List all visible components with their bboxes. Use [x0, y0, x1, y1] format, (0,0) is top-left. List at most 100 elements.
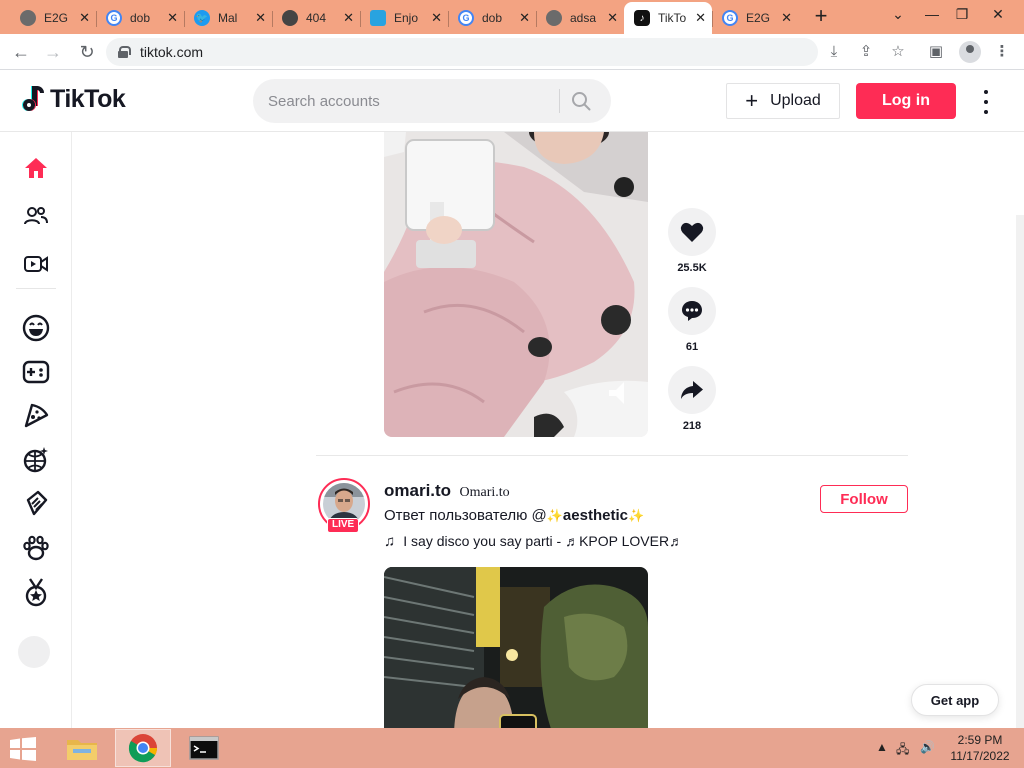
- sparkle-icon: ✨: [627, 508, 645, 523]
- browser-tab[interactable]: 404 ✕: [272, 4, 360, 32]
- chevron-down-icon[interactable]: ⌄: [888, 6, 908, 23]
- close-icon[interactable]: ✕: [343, 10, 354, 26]
- browser-tab[interactable]: G dob ✕: [96, 4, 184, 32]
- close-icon[interactable]: ✕: [607, 10, 618, 26]
- sidebar-placeholder-avatar[interactable]: [18, 636, 50, 668]
- close-icon[interactable]: ✕: [695, 10, 706, 26]
- author-nickname: Omari.to: [459, 485, 510, 500]
- close-window-icon[interactable]: ✕: [988, 6, 1008, 23]
- side-panel-icon[interactable]: ▣: [926, 42, 946, 62]
- browser-tab[interactable]: adsa ✕: [536, 4, 624, 32]
- tab-title: adsa: [570, 11, 597, 25]
- system-clock[interactable]: 2:59 PM 11/17/2022: [944, 732, 1016, 764]
- forward-icon[interactable]: →: [42, 41, 64, 63]
- site-header: TikTok + Upload Log in: [0, 70, 1024, 132]
- browser-tab[interactable]: 🐦 Mal ✕: [184, 4, 272, 32]
- tiktok-logo-icon: [20, 84, 46, 114]
- tray-chevron-up-icon[interactable]: ▲: [876, 740, 888, 754]
- post-caption: Ответ пользователю @✨aesthetic✨: [384, 507, 644, 524]
- tab-title: Mal: [218, 11, 238, 25]
- search-input[interactable]: [268, 92, 548, 110]
- browser-toolbar: ← → ↻ tiktok.com ⤓ ⇪ ☆ ▣ ⋮: [0, 34, 1024, 70]
- upload-button[interactable]: + Upload: [726, 83, 840, 119]
- page-scrollbar[interactable]: [1016, 215, 1024, 728]
- close-icon[interactable]: ✕: [167, 10, 178, 26]
- back-icon[interactable]: ←: [10, 41, 32, 63]
- tab-title: dob: [482, 11, 503, 25]
- close-icon[interactable]: ✕: [519, 10, 530, 26]
- video-player[interactable]: [384, 567, 648, 728]
- comment-icon[interactable]: [668, 287, 716, 335]
- new-tab-button[interactable]: +: [810, 5, 832, 28]
- food-icon[interactable]: [20, 400, 52, 432]
- terminal-icon[interactable]: [176, 729, 232, 767]
- browser-tab-active[interactable]: ♪ TikTo ✕: [624, 2, 712, 34]
- video-thumbnail: [384, 132, 648, 437]
- globe-icon: [546, 10, 562, 26]
- beauty-icon[interactable]: [20, 488, 52, 520]
- tiktok-logo[interactable]: TikTok: [20, 84, 126, 114]
- browser-tab[interactable]: G E2G ✕: [712, 4, 798, 32]
- twitter-icon: 🐦: [194, 10, 210, 26]
- reload-icon[interactable]: ↻: [76, 41, 98, 63]
- minimize-icon[interactable]: —: [922, 6, 942, 22]
- login-button[interactable]: Log in: [856, 83, 956, 119]
- live-badge: LIVE: [327, 518, 360, 533]
- author-info[interactable]: omari.to Omari.to: [384, 481, 510, 501]
- profile-avatar-icon[interactable]: [959, 41, 981, 63]
- install-icon[interactable]: ⤓: [824, 42, 844, 62]
- follow-button[interactable]: Follow: [820, 485, 908, 513]
- sports-icon[interactable]: [20, 576, 52, 608]
- comment-count: 61: [685, 341, 699, 353]
- share-icon[interactable]: ⇪: [856, 42, 876, 62]
- browser-tab[interactable]: Enjo ✕: [360, 4, 448, 32]
- tab-title: dob: [130, 11, 151, 25]
- comedy-icon[interactable]: [20, 312, 52, 344]
- more-options-icon[interactable]: [976, 90, 996, 114]
- following-icon[interactable]: [20, 200, 52, 232]
- close-icon[interactable]: ✕: [79, 10, 90, 26]
- search-icon[interactable]: [571, 91, 591, 111]
- search-bar: [253, 79, 611, 123]
- file-explorer-icon[interactable]: [54, 729, 110, 767]
- video-player[interactable]: [384, 132, 648, 437]
- windows-start-icon[interactable]: [8, 737, 38, 761]
- sidebar: [0, 132, 72, 728]
- restore-icon[interactable]: ❐: [952, 6, 972, 23]
- tab-title: 404: [306, 11, 327, 25]
- like-count: 25.5K: [677, 262, 707, 274]
- volume-icon[interactable]: 🔊: [920, 740, 935, 754]
- github-icon: [282, 10, 298, 26]
- network-icon[interactable]: 🖧: [896, 740, 909, 761]
- author-handle[interactable]: omari.to: [384, 481, 451, 500]
- tab-title: Enjo: [394, 11, 419, 25]
- google-icon: G: [458, 10, 474, 26]
- dance-icon[interactable]: [20, 444, 52, 476]
- animals-icon[interactable]: [20, 532, 52, 564]
- heart-icon[interactable]: [668, 208, 716, 256]
- bookmark-star-icon[interactable]: ☆: [888, 42, 908, 62]
- browser-tab[interactable]: G dob ✕: [448, 4, 536, 32]
- address-bar[interactable]: tiktok.com: [106, 38, 818, 66]
- get-app-button[interactable]: Get app: [911, 684, 999, 716]
- close-icon[interactable]: ✕: [781, 10, 792, 26]
- live-icon[interactable]: [20, 248, 52, 280]
- mention-link[interactable]: aesthetic: [563, 507, 628, 524]
- google-icon: G: [722, 10, 738, 26]
- post-divider: [316, 455, 908, 456]
- gaming-icon[interactable]: [20, 356, 52, 388]
- upload-label: Upload: [770, 92, 821, 109]
- logo-text: TikTok: [50, 84, 126, 113]
- close-icon[interactable]: ✕: [255, 10, 266, 26]
- browser-menu-icon[interactable]: ⋮: [992, 42, 1012, 62]
- google-icon: G: [106, 10, 122, 26]
- browser-tab[interactable]: E2G ✕: [10, 4, 96, 32]
- tab-title: E2G: [44, 11, 69, 25]
- music-note-icon: ♫: [384, 533, 396, 550]
- chrome-icon[interactable]: [115, 729, 171, 767]
- globe-icon: [20, 10, 36, 26]
- close-icon[interactable]: ✕: [431, 10, 442, 26]
- home-icon[interactable]: [20, 152, 52, 184]
- share-arrow-icon[interactable]: [668, 366, 716, 414]
- music-link[interactable]: ♫ I say disco you say parti - ♬KPOP LOVER…: [384, 533, 683, 550]
